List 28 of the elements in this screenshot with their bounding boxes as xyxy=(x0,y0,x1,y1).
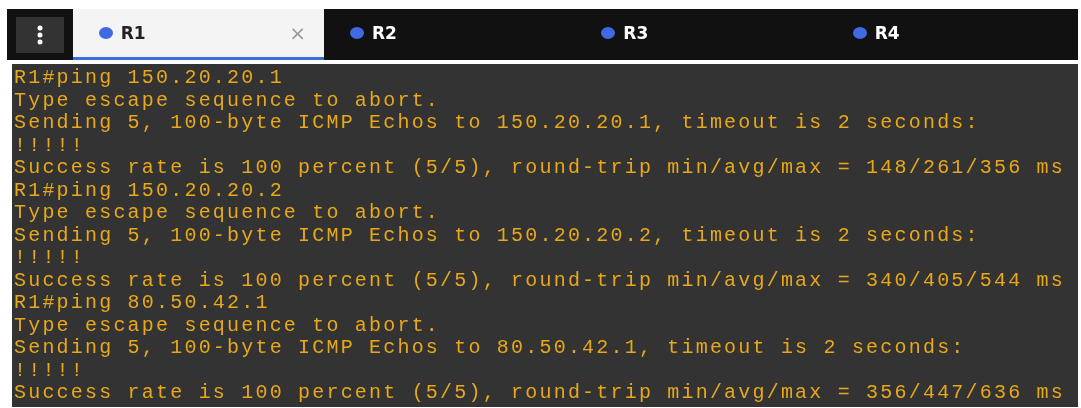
terminal-line: Type escape sequence to abort. xyxy=(14,89,442,112)
tab-label: R3 xyxy=(623,23,650,43)
status-dot-icon xyxy=(852,27,867,39)
terminal-line: Type escape sequence to abort. xyxy=(14,314,442,337)
status-dot-icon xyxy=(350,27,364,39)
tab-label: R1 xyxy=(120,23,147,43)
terminal-line: Type escape sequence to abort. xyxy=(14,202,442,225)
terminal-line: Sending 5, 100-byte ICMP Echos to 150.20.20.1, timeout is 2 seconds: xyxy=(14,112,981,135)
tab-label: R2 xyxy=(372,23,398,43)
terminal-line: R1#ping 80.50.42.1 xyxy=(14,292,271,315)
terminal-line: Sending 5, 100-byte ICMP Echos to 150.20.20.2, timeout is 2 seconds: xyxy=(14,224,981,247)
terminal-line: Sending 5, 100-byte ICMP Echos to 80.50.42.1, timeout is 2 seconds: xyxy=(14,337,967,360)
device-tab[interactable]: R2 xyxy=(324,9,576,60)
menu-icon xyxy=(15,16,64,53)
terminal-line: R1#ping 150.20.20.1 xyxy=(14,67,285,90)
terminal-line: Success rate is 100 percent (5/5), round-trip min/avg/max = 340/405/544 ms xyxy=(14,269,1066,292)
device-tab[interactable]: R4 xyxy=(826,9,1078,60)
terminal-line: Success rate is 100 percent (5/5), round-trip min/avg/max = 148/261/356 ms xyxy=(14,157,1066,180)
terminal-line: !!!!! xyxy=(14,247,86,270)
device-tab[interactable]: R1 × xyxy=(72,9,324,60)
terminal-line: R1#ping 150.20.20.2 xyxy=(14,179,285,202)
device-tab[interactable]: R3 xyxy=(575,9,827,60)
status-dot-icon xyxy=(601,27,616,39)
terminal-line: Success rate is 100 percent (5/5), round-trip min/avg/max = 356/447/636 ms xyxy=(14,382,1066,405)
status-dot-icon xyxy=(98,27,113,39)
tab-label: R4 xyxy=(874,23,901,43)
terminal-line: !!!!! xyxy=(14,134,86,157)
terminal-line: !!!!! xyxy=(14,359,86,382)
